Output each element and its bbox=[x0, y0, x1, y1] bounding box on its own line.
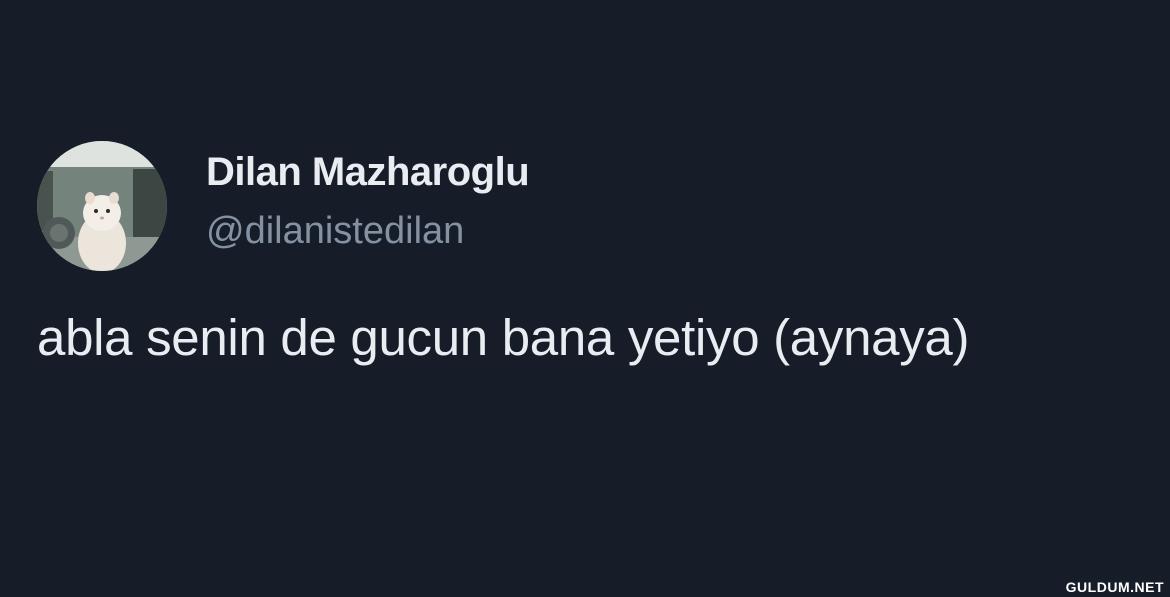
watermark: GULDUM.NET bbox=[1065, 579, 1164, 595]
avatar[interactable] bbox=[37, 141, 167, 271]
author-handle[interactable]: @dilanistedilan bbox=[206, 210, 464, 253]
author-display-name[interactable]: Dilan Mazharoglu bbox=[206, 150, 530, 195]
tweet-text: abla senin de gucun bana yetiyo (aynaya) bbox=[37, 309, 970, 366]
hamster-avatar-image bbox=[37, 141, 167, 271]
tweet-card: Dilan Mazharoglu @dilanistedilan abla se… bbox=[0, 0, 1170, 597]
